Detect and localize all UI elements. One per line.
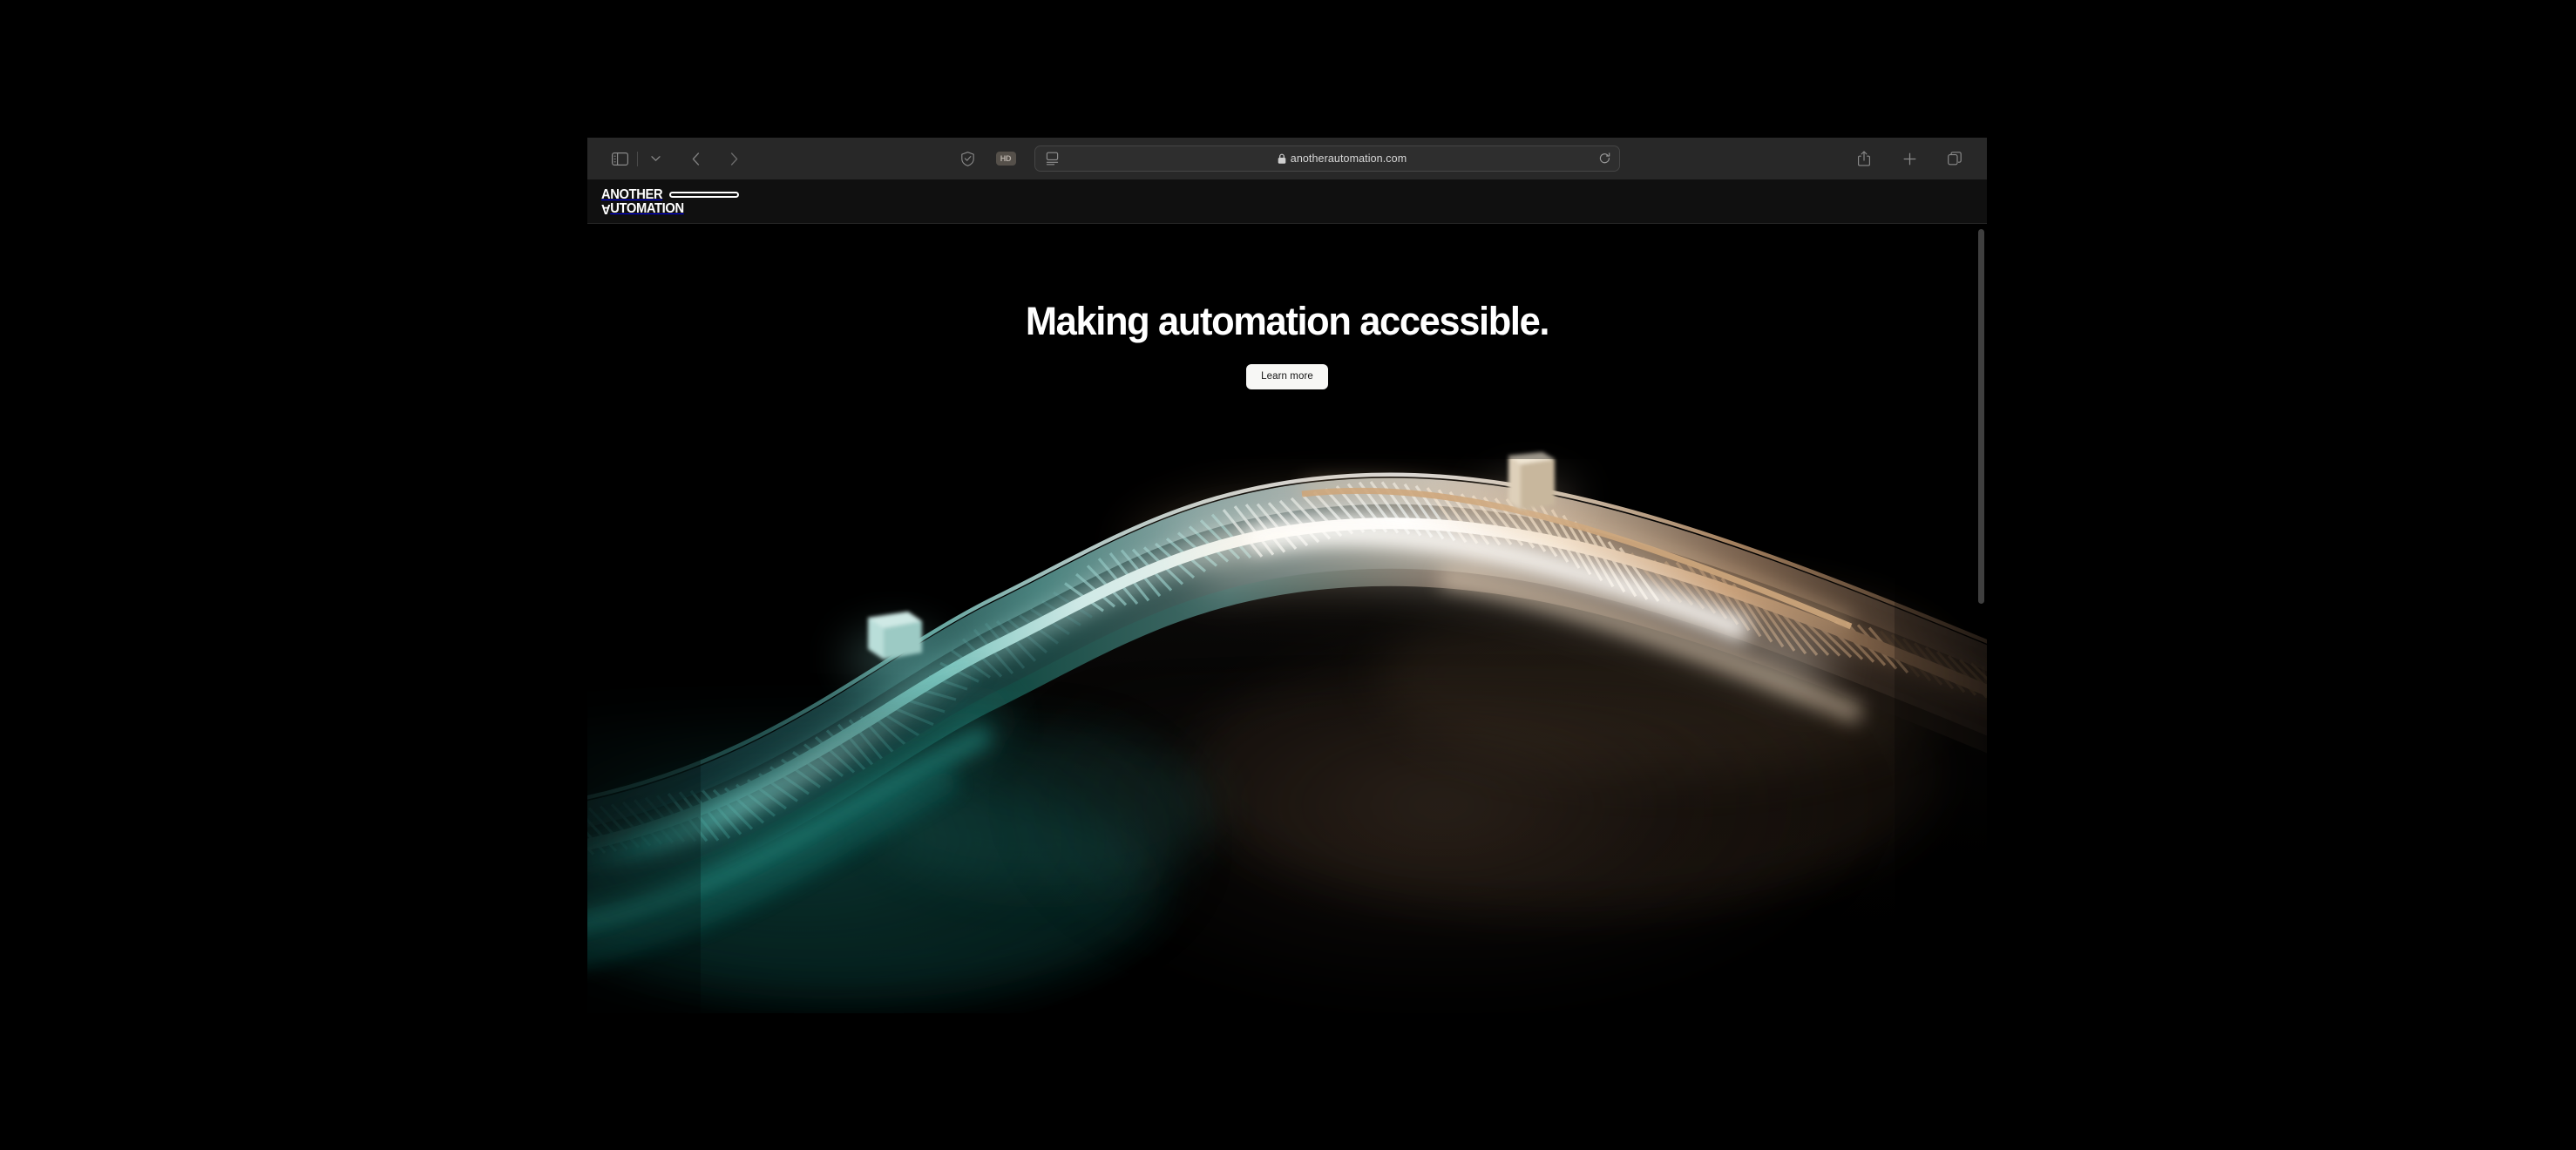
reader-view-icon[interactable]: [1039, 147, 1065, 170]
plus-icon[interactable]: [1896, 147, 1922, 170]
browser-window: HD anotherautomation.com ANOTHER AUTOMAT…: [587, 138, 1987, 1013]
navigation-arrows: [682, 147, 747, 170]
logo-text-utomation: UTOMATION: [610, 200, 684, 216]
vertical-scrollbar[interactable]: [1976, 221, 1987, 1013]
sidebar-toggle-icon[interactable]: [607, 147, 633, 170]
logo-text-automation: AUTOMATION: [601, 200, 684, 216]
content-blocker-badge[interactable]: HD: [993, 147, 1019, 170]
chevron-down-icon[interactable]: [642, 147, 668, 170]
shield-privacy-icon[interactable]: [954, 147, 980, 170]
forward-button[interactable]: [721, 147, 747, 170]
toolbar-divider: [637, 151, 638, 166]
content-blocker-label: HD: [995, 152, 1016, 166]
back-button[interactable]: [682, 147, 708, 170]
hero-conveyor-image: [587, 398, 1987, 1013]
reload-button[interactable]: [1596, 150, 1613, 167]
page-title: Making automation accessible.: [1025, 299, 1550, 343]
browser-toolbar: HD anotherautomation.com: [587, 138, 1987, 179]
logo-text-another: ANOTHER: [601, 186, 663, 202]
logo-flipped-a: A: [601, 200, 611, 216]
share-icon[interactable]: [1851, 147, 1877, 170]
conveyor-illustration: [587, 398, 1987, 1013]
lock-icon: [1278, 153, 1286, 164]
site-logo[interactable]: ANOTHER AUTOMATION: [601, 186, 739, 216]
address-bar[interactable]: anotherautomation.com: [1034, 145, 1620, 172]
hero-section: Making automation accessible. Learn more: [587, 224, 1987, 1013]
address-bar-url: anotherautomation.com: [1290, 152, 1407, 165]
tab-overview-icon[interactable]: [1942, 147, 1968, 170]
scrollbar-thumb[interactable]: [1978, 229, 1984, 604]
toolbar-left-group: [587, 147, 747, 170]
logo-line-1: ANOTHER: [601, 186, 739, 202]
learn-more-button[interactable]: Learn more: [1246, 364, 1328, 390]
address-bar-content: anotherautomation.com: [1065, 152, 1619, 165]
toolbar-right-group: [1851, 147, 1968, 170]
toolbar-center-group: HD anotherautomation.com: [587, 145, 1987, 172]
logo-bar-shape: [669, 191, 739, 198]
desktop-background: HD anotherautomation.com ANOTHER AUTOMAT…: [0, 0, 2576, 1150]
logo-line-2: AUTOMATION: [601, 200, 739, 216]
site-header: ANOTHER AUTOMATION: [587, 179, 1987, 224]
page-viewport: ANOTHER AUTOMATION Making automation acc…: [587, 179, 1987, 1013]
hero-copy: Making automation accessible. Learn more: [587, 299, 1987, 390]
